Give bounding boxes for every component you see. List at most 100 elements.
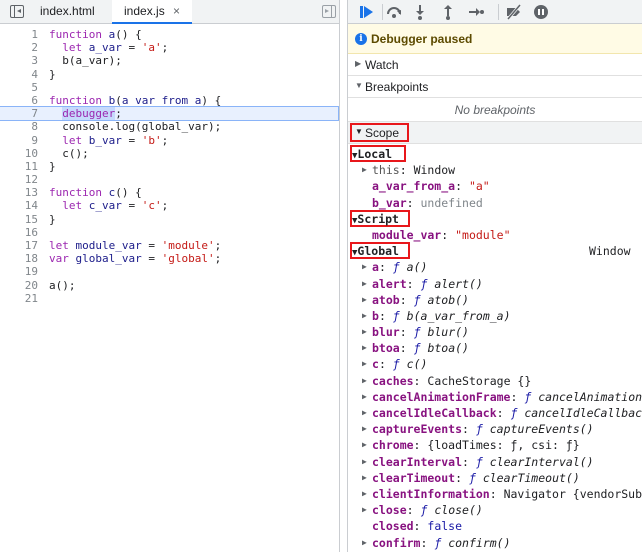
expand-arrow-icon[interactable]: ▶ [362, 292, 367, 308]
line-number[interactable]: 9 [0, 134, 38, 147]
expand-arrow-icon[interactable]: ▶ [362, 454, 367, 470]
code-line[interactable]: 21 [0, 292, 338, 305]
line-number[interactable]: 10 [0, 147, 38, 160]
code-line[interactable]: 16 [0, 226, 338, 239]
scope-property[interactable]: a_var_from_a: "a" [348, 178, 642, 194]
scope-property[interactable]: ▶ clearInterval: ƒ clearInterval() [348, 454, 642, 470]
line-number[interactable]: 5 [0, 81, 38, 94]
code-line[interactable]: 6 function b(a_var_from_a) { [0, 94, 338, 107]
scope-property[interactable]: ▶ b: ƒ b(a_var_from_a) [348, 308, 642, 324]
code-line[interactable]: 13 function c() { [0, 186, 338, 199]
expand-arrow-icon[interactable]: ▶ [362, 373, 367, 389]
expand-arrow-icon[interactable]: ▶ [362, 486, 367, 502]
code-line[interactable]: 18 var global_var = 'global'; [0, 252, 338, 265]
scope-property[interactable]: ▶ atob: ƒ atob() [348, 292, 642, 308]
scope-property[interactable]: ▶ clientInformation: Navigator {vendorSub… [348, 486, 642, 502]
scope-property[interactable]: ▶ chrome: {loadTimes: ƒ, csi: ƒ} [348, 437, 642, 453]
code-line[interactable]: 17 let module_var = 'module'; [0, 239, 338, 252]
line-number[interactable]: 16 [0, 226, 38, 239]
line-number[interactable]: 6 [0, 94, 38, 107]
line-number[interactable]: 1 [0, 28, 38, 41]
line-number[interactable]: 20 [0, 279, 38, 292]
expand-arrow-icon[interactable]: ▶ [362, 535, 367, 551]
expand-arrow-icon[interactable]: ▶ [362, 470, 367, 486]
script-scope-header[interactable]: ▼Script [348, 209, 642, 227]
expand-arrow-icon[interactable]: ▶ [362, 162, 367, 178]
code-line[interactable]: 8 console.log(global_var); [0, 120, 338, 133]
scope-property[interactable]: closed: false [348, 518, 642, 534]
step-icon[interactable] [468, 6, 484, 18]
tab-index-html[interactable]: index.html [40, 0, 95, 24]
scope-section-header[interactable]: ▼ Scope [348, 122, 642, 144]
scope-property[interactable]: ▶ close: ƒ close() [348, 502, 642, 518]
step-into-icon[interactable] [414, 4, 426, 20]
local-scope-header[interactable]: ▼Local [348, 145, 642, 162]
scope-property[interactable]: ▶ this: Window [348, 162, 642, 178]
line-number[interactable]: 13 [0, 186, 38, 199]
scope-property[interactable]: ▶ blur: ƒ blur() [348, 324, 642, 340]
scope-property[interactable]: ▶ alert: ƒ alert() [348, 276, 642, 292]
line-number[interactable]: 21 [0, 292, 38, 305]
pause-on-exceptions-icon[interactable] [534, 5, 548, 19]
close-tab-icon[interactable]: × [173, 0, 180, 23]
line-number[interactable]: 15 [0, 213, 38, 226]
code-line[interactable]: 19 [0, 265, 338, 278]
scope-property[interactable]: ▶ c: ƒ c() [348, 356, 642, 372]
expand-arrow-icon[interactable]: ▶ [362, 324, 367, 340]
global-scope-header[interactable]: ▼Global Window [348, 242, 642, 260]
line-number[interactable]: 17 [0, 239, 38, 252]
code-line[interactable]: 11} [0, 160, 338, 173]
line-number[interactable]: 7 [0, 107, 38, 120]
code-line[interactable]: 10 c(); [0, 147, 338, 160]
scope-property[interactable]: ▶ cancelAnimationFrame: ƒ cancelAnimation… [348, 389, 642, 405]
line-number[interactable]: 14 [0, 199, 38, 212]
code-line[interactable]: 12 [0, 173, 338, 186]
expand-arrow-icon[interactable]: ▶ [362, 502, 367, 518]
code-line[interactable]: 9 let b_var = 'b'; [0, 134, 338, 147]
code-line[interactable]: 20 a(); [0, 279, 338, 292]
tab-index-js[interactable]: index.js × [112, 0, 192, 25]
code-line[interactable]: 3 b(a_var); [0, 54, 338, 67]
line-number[interactable]: 2 [0, 41, 38, 54]
code-line[interactable]: 15} [0, 213, 338, 226]
expand-arrow-icon[interactable]: ▶ [362, 259, 367, 275]
code-line[interactable]: 2 let a_var = 'a'; [0, 41, 338, 54]
scope-property[interactable]: ▶ clearTimeout: ƒ clearTimeout() [348, 470, 642, 486]
line-number[interactable]: 19 [0, 265, 38, 278]
scope-property[interactable]: ▶ captureEvents: ƒ captureEvents() [348, 421, 642, 437]
expand-arrow-icon[interactable]: ▶ [362, 421, 367, 437]
expand-arrow-icon[interactable]: ▶ [362, 389, 367, 405]
line-number[interactable]: 8 [0, 120, 38, 133]
line-number[interactable]: 12 [0, 173, 38, 186]
expand-arrow-icon[interactable]: ▶ [362, 437, 367, 453]
expand-arrow-icon[interactable]: ▶ [362, 340, 367, 356]
watch-section-header[interactable]: ▶ Watch [348, 54, 642, 76]
code-line[interactable]: 1 function a() { [0, 28, 338, 41]
toggle-debugger-icon[interactable] [322, 5, 336, 18]
line-number[interactable]: 3 [0, 54, 38, 67]
expand-arrow-icon[interactable]: ▶ [362, 405, 367, 421]
scope-property[interactable]: ▶ confirm: ƒ confirm() [348, 535, 642, 551]
step-over-icon[interactable] [386, 5, 402, 19]
step-out-icon[interactable] [442, 4, 454, 20]
breakpoints-section-header[interactable]: ▼ Breakpoints [348, 76, 642, 98]
line-number[interactable]: 11 [0, 160, 38, 173]
scope-property[interactable]: ▶ btoa: ƒ btoa() [348, 340, 642, 356]
line-number[interactable]: 18 [0, 252, 38, 265]
scope-property[interactable]: ▶ caches: CacheStorage {} [348, 373, 642, 389]
scope-property[interactable]: b_var: undefined [348, 195, 642, 211]
expand-arrow-icon[interactable]: ▶ [362, 276, 367, 292]
scope-property[interactable]: ▶ a: ƒ a() [348, 259, 642, 275]
code-line[interactable]: 14 let c_var = 'c'; [0, 199, 338, 212]
code-editor[interactable]: 1 function a() {2 let a_var = 'a'; 3 b(a_v… [0, 28, 339, 305]
toggle-navigator-icon[interactable] [10, 5, 24, 18]
code-line-paused[interactable]: 7 debugger; [0, 106, 339, 122]
expand-arrow-icon[interactable]: ▶ [362, 356, 367, 372]
resume-button[interactable] [356, 0, 378, 24]
scope-property[interactable]: ▶ cancelIdleCallback: ƒ cancelIdleCallbac… [348, 405, 642, 421]
code-line[interactable]: 5 [0, 81, 338, 94]
expand-arrow-icon[interactable]: ▶ [362, 308, 367, 324]
line-number[interactable]: 4 [0, 68, 38, 81]
scope-property[interactable]: module_var: "module" [348, 227, 642, 243]
deactivate-breakpoints-icon[interactable] [505, 4, 523, 20]
